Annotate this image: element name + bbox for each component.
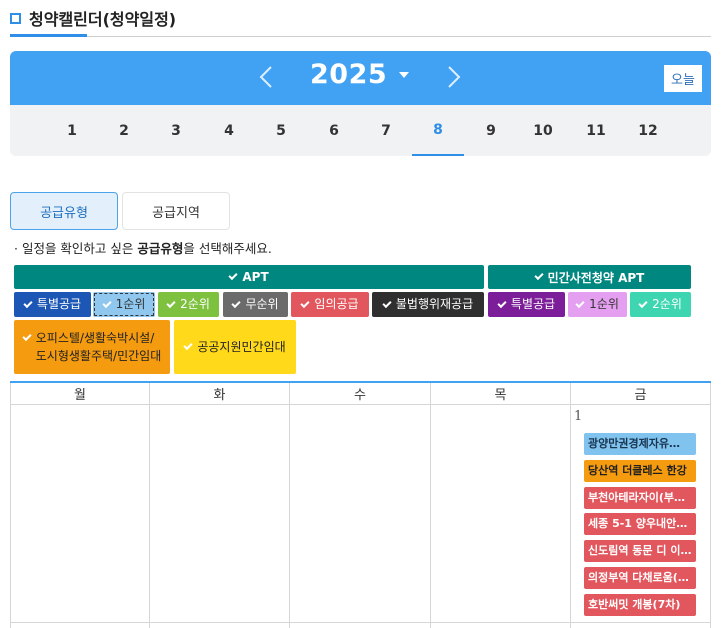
filter-apt-no-rank[interactable]: 무순위	[223, 292, 288, 317]
today-button[interactable]: 오늘	[664, 65, 702, 92]
month-tab-3[interactable]: 3	[150, 105, 202, 156]
tab-supply-type[interactable]: 공급유형	[10, 192, 118, 230]
year-display[interactable]: 2025	[310, 59, 387, 90]
month-tab-1[interactable]: 1	[46, 105, 98, 156]
weekday-header-wed: 수	[290, 383, 431, 405]
month-tab-2[interactable]: 2	[98, 105, 150, 156]
check-icon	[300, 298, 311, 308]
event-item[interactable]: 호반써밋 개봉(7차)	[584, 594, 696, 616]
check-icon	[497, 298, 507, 308]
filter-apt-rank-2[interactable]: 2순위	[158, 292, 219, 317]
event-item[interactable]: 신도림역 동문 디 이…	[584, 540, 696, 562]
filter-group-private-pre-sale-apt[interactable]: 민간사전청약 APT	[488, 265, 691, 289]
month-tab-8[interactable]: 8	[412, 105, 464, 156]
instruction-bold: 공급유형	[137, 241, 184, 256]
date-number: 1	[574, 409, 583, 424]
tab-supply-region[interactable]: 공급지역	[122, 192, 230, 230]
filter-apt-illegal-resupply[interactable]: 불법행위재공급	[372, 292, 484, 317]
day-cell-wed[interactable]	[290, 405, 431, 628]
check-icon	[22, 331, 32, 342]
page-title-text: 청약캘린더(청약일정)	[29, 10, 177, 29]
filter-private-rank-1[interactable]: 1순위	[568, 292, 627, 317]
filter-private-special-supply[interactable]: 특별공급	[488, 292, 565, 317]
title-square-icon	[10, 12, 21, 24]
check-icon	[166, 298, 176, 308]
event-item[interactable]: 부천아테라자이(부…	[584, 487, 696, 509]
check-icon	[102, 298, 112, 308]
month-tab-9[interactable]: 9	[465, 105, 517, 156]
title-divider	[10, 36, 711, 37]
month-tab-6[interactable]: 6	[308, 105, 360, 156]
check-icon	[228, 270, 238, 281]
event-item[interactable]: 세종 5-1 양우내안…	[584, 513, 696, 535]
weekday-header-tue: 화	[150, 383, 290, 405]
weekday-header-mon: 월	[10, 383, 150, 405]
filter-officetel-residential[interactable]: 오피스텔/생활숙박시설/도시형생활주택/민간임대	[14, 320, 170, 374]
day-cell-thu[interactable]	[431, 405, 571, 628]
check-icon	[183, 340, 193, 351]
event-item[interactable]: 의정부역 다채로움(…	[584, 567, 696, 589]
page-title: 청약캘린더(청약일정)	[10, 6, 176, 30]
instruction-text: · 일정을 확인하고 싶은 공급유형을 선택해주세요.	[14, 241, 272, 256]
calendar-header: 2025 오늘	[10, 51, 711, 105]
month-tab-7[interactable]: 7	[360, 105, 412, 156]
check-icon	[23, 298, 33, 308]
weekday-header-thu: 목	[431, 383, 571, 405]
filter-public-support-private-rental[interactable]: 공공지원민간임대	[174, 320, 296, 374]
weekday-header-fri: 금	[571, 383, 711, 405]
month-tab-10[interactable]: 10	[517, 105, 569, 156]
filter-apt-rank-1[interactable]: 1순위	[93, 292, 155, 317]
month-selector: 1 2 3 4 5 6 7 8 9 10 11 12	[10, 105, 711, 156]
month-tab-12[interactable]: 12	[622, 105, 674, 156]
check-icon	[575, 298, 585, 308]
check-icon	[638, 298, 648, 308]
title-divider-accent	[10, 34, 87, 37]
year-dropdown-caret-icon[interactable]	[399, 72, 409, 78]
month-tab-4[interactable]: 4	[203, 105, 255, 156]
check-icon	[534, 270, 544, 281]
month-tab-5[interactable]: 5	[255, 105, 307, 156]
check-icon	[382, 298, 392, 308]
check-icon	[231, 298, 242, 308]
grid-bottom-divider	[10, 622, 711, 623]
filter-group-apt[interactable]: APT	[14, 265, 484, 289]
filter-apt-special-supply[interactable]: 특별공급	[14, 292, 91, 317]
filter-apt-optional-supply[interactable]: 임의공급	[291, 292, 369, 317]
filter-private-rank-2[interactable]: 2순위	[630, 292, 691, 317]
event-item[interactable]: 당산역 더클레스 한강	[584, 460, 696, 482]
next-year-chevron-right-icon[interactable]	[447, 65, 461, 89]
event-item[interactable]: 광양만권경제자유…	[584, 433, 696, 455]
day-cell-mon[interactable]	[10, 405, 150, 628]
month-tab-11[interactable]: 11	[570, 105, 622, 156]
prev-year-chevron-left-icon[interactable]	[259, 65, 273, 89]
day-cell-tue[interactable]	[150, 405, 290, 628]
